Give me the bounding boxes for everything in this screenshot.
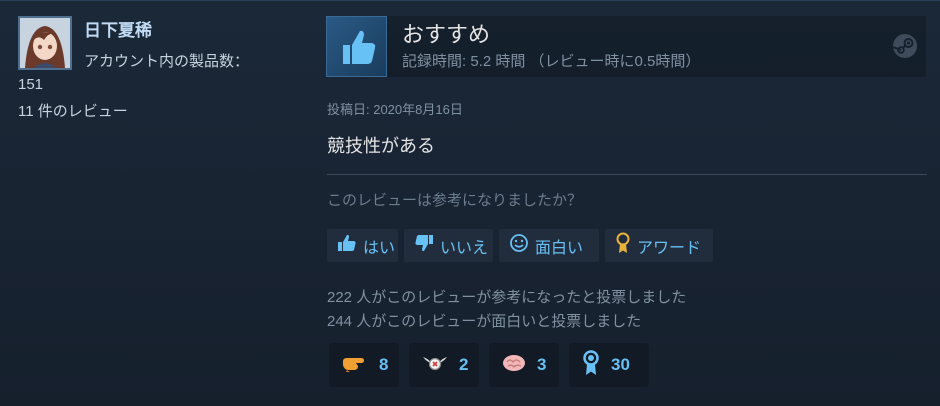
medal-icon	[581, 349, 601, 381]
author-name[interactable]: 日下夏稀	[84, 16, 152, 41]
vote-funny-label: 面白い	[535, 239, 584, 257]
vote-no-label: いいえ	[440, 239, 489, 257]
award-item[interactable]: 2	[409, 343, 479, 387]
recommendation-header[interactable]: おすすめ 記録時間: 5.2 時間 （レビュー時に0.5時間）	[326, 16, 926, 77]
avatar[interactable]	[18, 16, 72, 70]
reviews-count[interactable]: 11 件のレビュー	[18, 100, 128, 121]
winged-coin-icon	[421, 353, 449, 378]
award-ribbon-icon	[615, 232, 631, 259]
vote-yes-button[interactable]: はい	[327, 229, 398, 262]
funny-vote-count: 244 人がこのレビューが面白いと投票しました	[327, 313, 642, 330]
award-count: 3	[537, 355, 547, 374]
posted-date: 投稿日: 2020年8月16日	[327, 102, 463, 117]
award-count: 8	[379, 355, 389, 374]
helpful-question: このレビューは参考になりましたか？	[327, 192, 583, 209]
award-count: 30	[611, 355, 630, 374]
review-card: 日下夏稀 アカウント内の製品数： 151 11 件のレビュー おすすめ 記録時間…	[0, 0, 940, 406]
award-item[interactable]: 3	[489, 343, 559, 387]
product-count-label: アカウント内の製品数：	[84, 53, 250, 70]
award-item[interactable]: 30	[569, 343, 649, 387]
product-count[interactable]: 151	[18, 76, 43, 93]
vote-funny-button[interactable]: 面白い	[499, 229, 599, 262]
smile-icon	[509, 233, 529, 258]
thumbs-up-icon	[337, 234, 357, 257]
award-count: 2	[459, 355, 469, 374]
steam-logo-icon	[892, 33, 918, 64]
vote-buttons: はい いいえ 面白い アワード	[327, 229, 713, 262]
playtime-hours: 記録時間: 5.2 時間 （レビュー時に0.5時間）	[402, 53, 701, 70]
divider	[327, 174, 927, 175]
thumbs-up-icon	[326, 16, 387, 77]
award-item[interactable]: 8	[329, 343, 399, 387]
recommendation-title: おすすめ	[402, 22, 491, 47]
thumbs-down-icon	[414, 234, 434, 257]
vote-yes-label: はい	[363, 239, 396, 257]
vote-no-button[interactable]: いいえ	[404, 229, 493, 262]
pointing-hand-icon	[341, 353, 369, 378]
helpful-vote-count: 222 人がこのレビューが参考になったと投票しました	[327, 289, 687, 306]
review-body: 競技性がある	[327, 136, 435, 156]
awards-row: 8 2 3 30	[329, 343, 649, 387]
award-label: アワード	[637, 239, 702, 257]
vote-summary: 222 人がこのレビューが参考になったと投票しました 244 人がこのレビューが…	[327, 286, 686, 334]
brain-icon	[501, 353, 527, 378]
award-button[interactable]: アワード	[605, 229, 713, 262]
